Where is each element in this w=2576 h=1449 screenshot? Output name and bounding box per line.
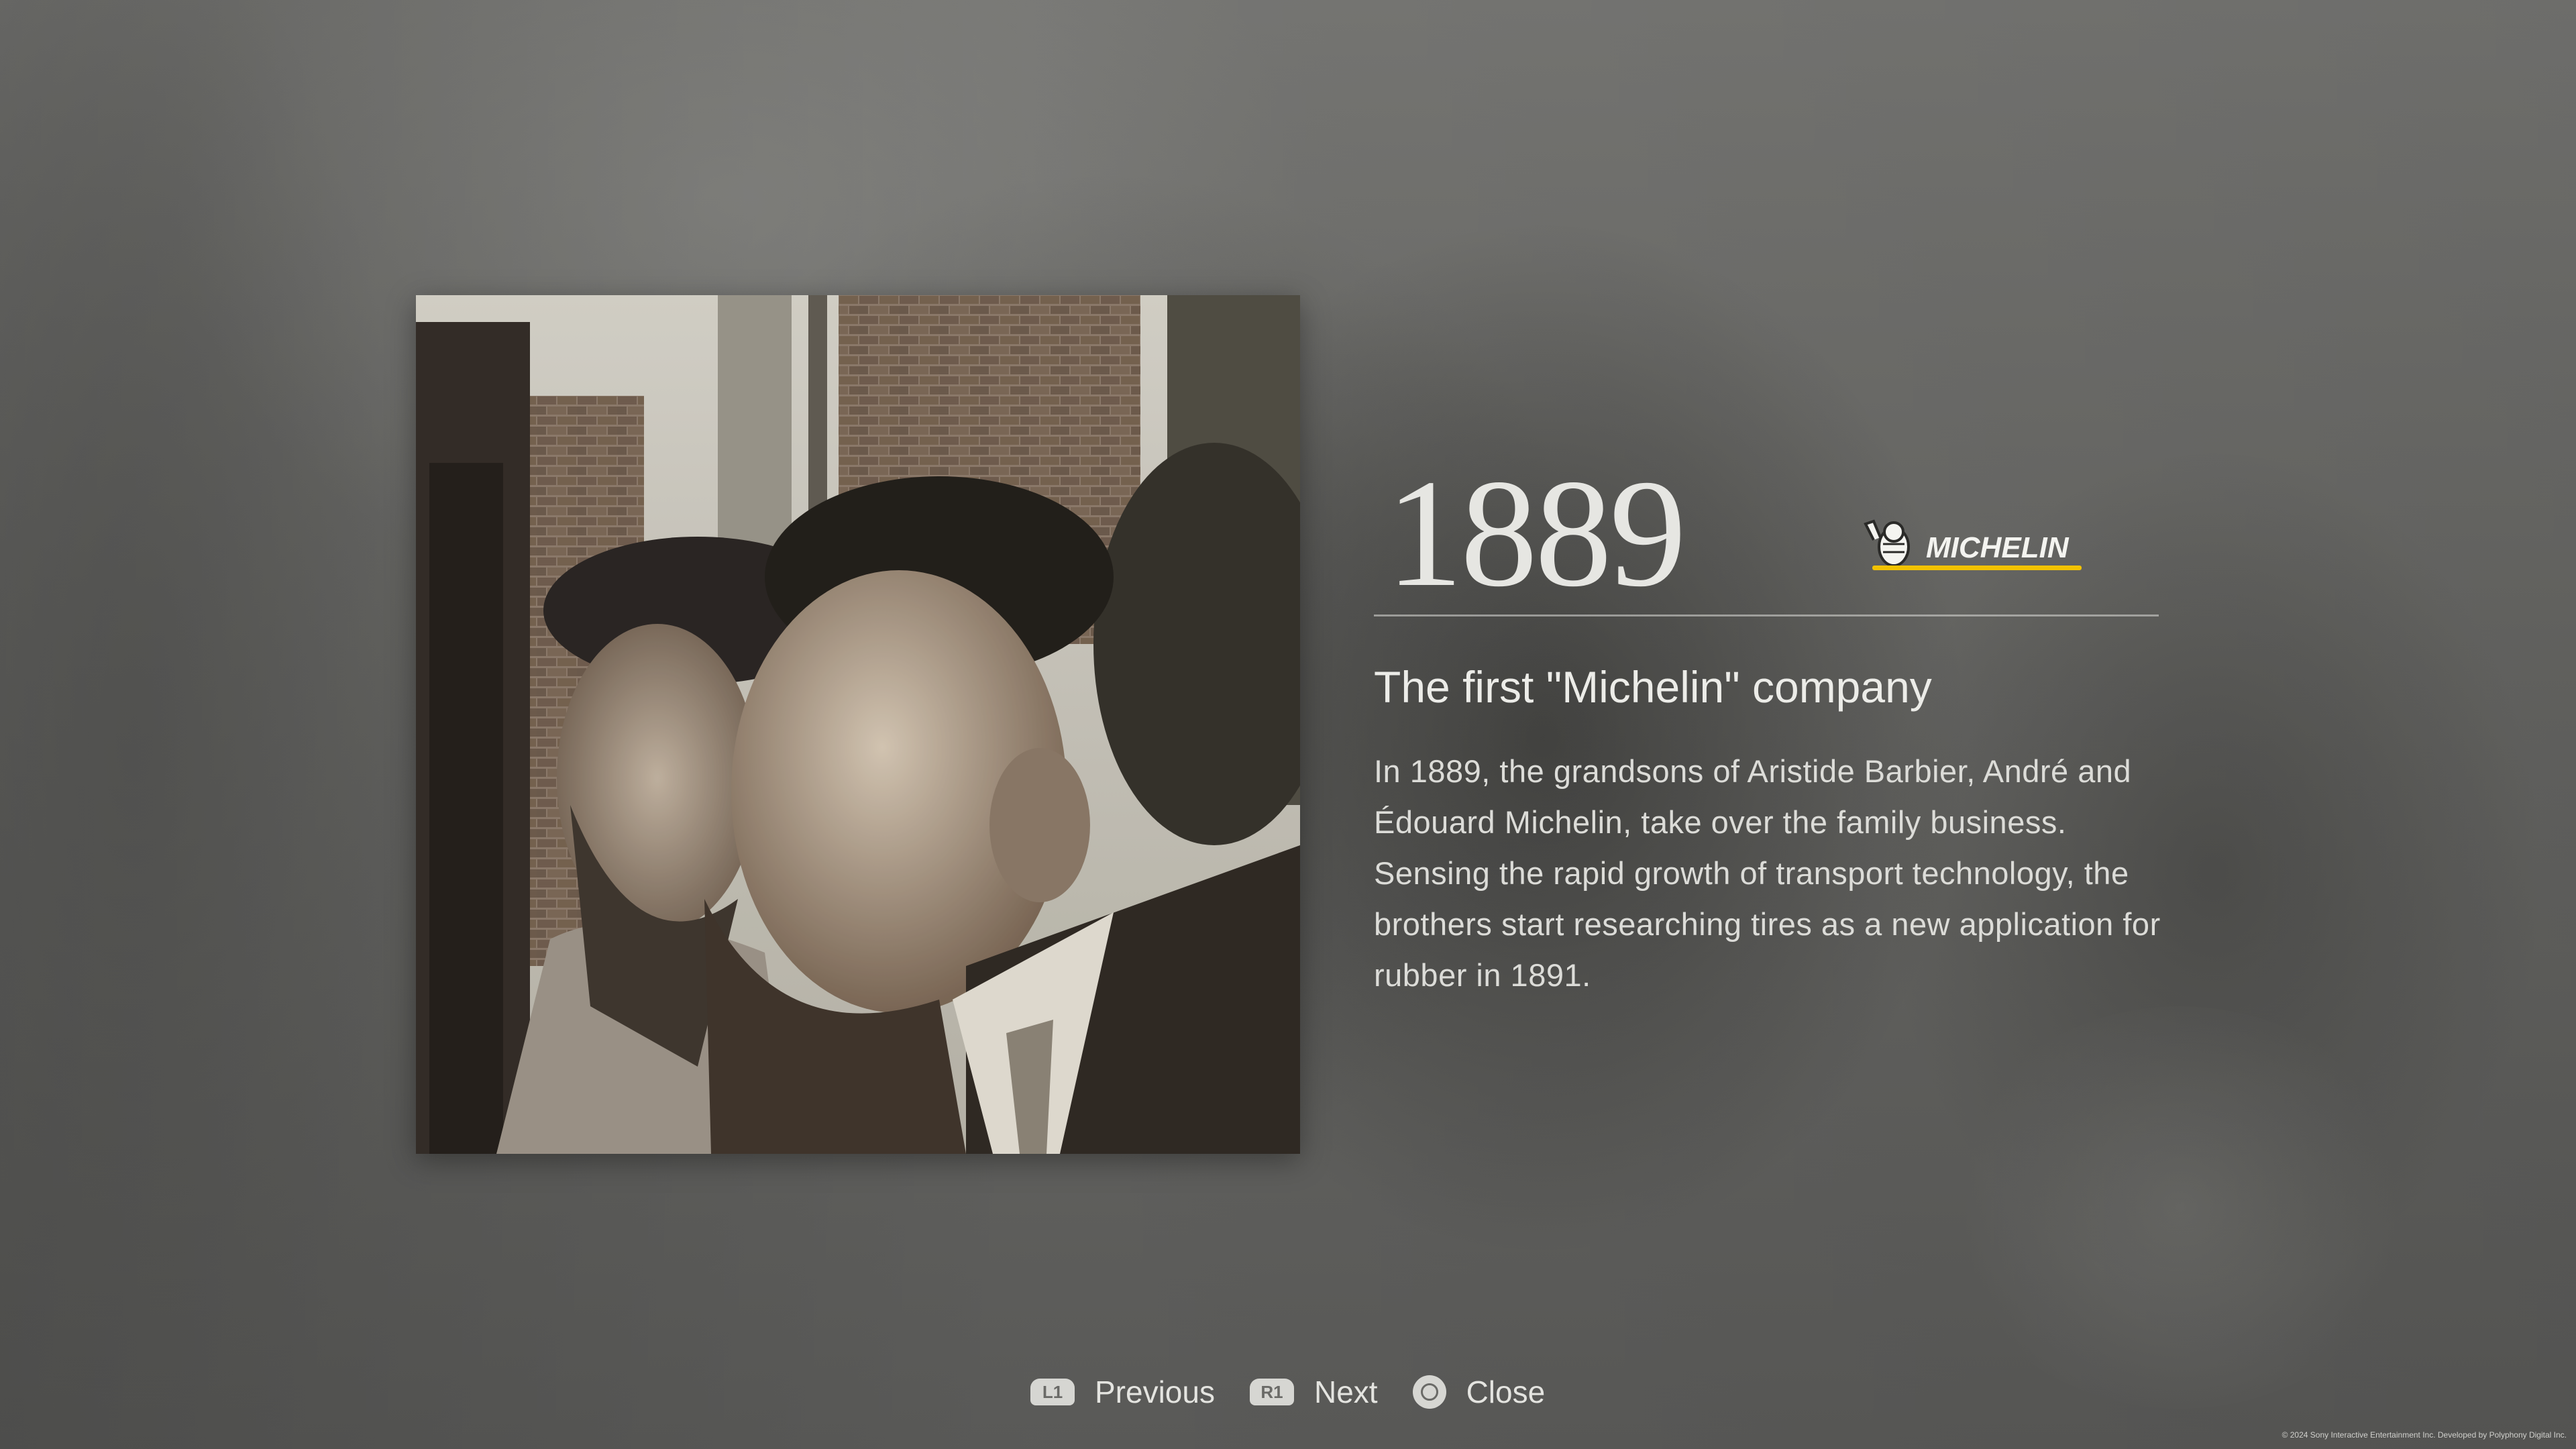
close-label: Close bbox=[1466, 1375, 1546, 1409]
previous-label: Previous bbox=[1095, 1375, 1215, 1409]
r1-button-icon: R1 bbox=[1249, 1379, 1294, 1405]
entry-title: The first "Michelin" company bbox=[1374, 662, 1932, 712]
previous-button[interactable]: L1 Previous bbox=[1030, 1374, 1215, 1410]
circle-button-icon bbox=[1412, 1375, 1446, 1409]
divider bbox=[1374, 614, 2159, 616]
historical-photo bbox=[416, 295, 1300, 1154]
l1-button-icon: L1 bbox=[1030, 1379, 1075, 1405]
year-heading: 1889 bbox=[1386, 447, 1686, 619]
copyright-notice: © 2024 Sony Interactive Entertainment In… bbox=[2282, 1430, 2567, 1440]
michelin-logo: MICHELIN bbox=[1860, 513, 2122, 574]
bibendum-icon bbox=[1864, 519, 1910, 567]
controller-hints: L1 Previous R1 Next Close bbox=[1030, 1368, 1545, 1415]
next-button[interactable]: R1 Next bbox=[1249, 1374, 1378, 1410]
entry-body: In 1889, the grandsons of Aristide Barbi… bbox=[1374, 753, 2161, 993]
close-button[interactable]: Close bbox=[1412, 1374, 1546, 1410]
next-label: Next bbox=[1313, 1375, 1378, 1409]
brand-wordmark: MICHELIN bbox=[1926, 531, 2070, 564]
